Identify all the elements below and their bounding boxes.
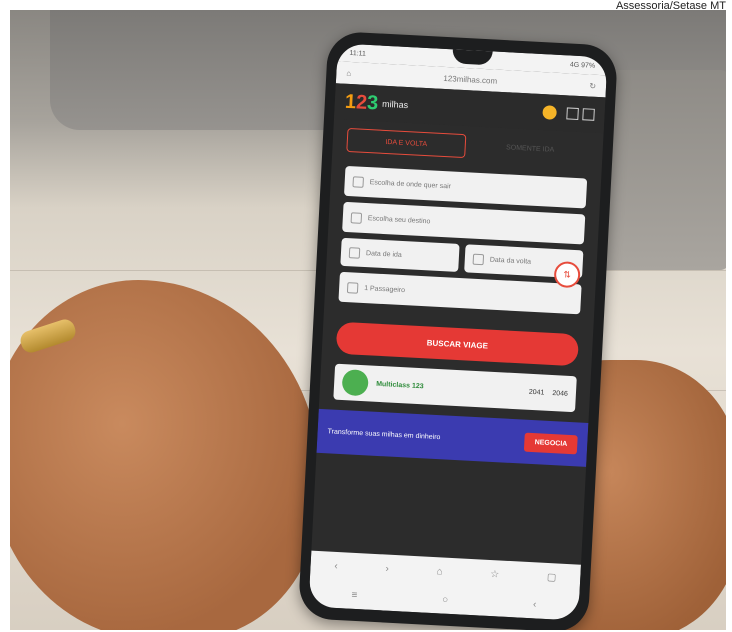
origin-field[interactable]: Escolha de onde quer sair [343,165,588,209]
smartphone: 11:11 4G 97% ⌂ 123milhas.com ↻ 123 milha… [297,30,619,630]
promo-card[interactable]: Multiclass 123 2041 2046 [333,363,577,413]
coin-icon[interactable] [542,105,557,120]
person-icon [346,281,359,294]
mascot-icon [341,369,369,397]
date-row: Data de ida Data da volta [340,237,584,279]
tabs-icon[interactable]: ▢ [547,571,557,582]
promo-value-2: 2046 [552,389,569,398]
site-logo[interactable]: 123 [344,90,378,115]
tab-round-trip[interactable]: IDA E VOLTA [346,127,467,159]
android-menu-icon[interactable]: ≡ [351,589,357,600]
bookmark-icon[interactable]: ☆ [490,569,500,580]
promo-value-1: 2041 [528,388,545,397]
calendar-icon [348,246,361,259]
android-back-icon[interactable]: ‹ [533,599,537,610]
android-home-icon[interactable]: ○ [442,594,449,605]
calendar-icon [472,253,485,265]
origin-placeholder: Escolha de onde quer sair [369,178,452,190]
browser-nav-bar: ‹ › ⌂ ☆ ▢ ≡ ○ ‹ [308,550,581,621]
banner-text: Transforme suas milhas em dinheiro [327,427,441,441]
return-date-label: Data da volta [489,256,532,266]
promo-name: Multiclass 123 [375,380,424,390]
logo-text: milhas [381,98,409,111]
plane-icon [352,175,365,188]
home-icon[interactable]: ⌂ [436,566,443,577]
reload-icon[interactable]: ↻ [589,81,596,90]
status-indicators: 4G 97% [569,60,596,70]
forward-icon[interactable]: › [385,563,389,574]
chat-icon[interactable] [566,107,579,121]
destination-field[interactable]: Escolha seu destino [342,201,586,245]
plane-icon [350,211,363,224]
back-icon[interactable]: ‹ [334,560,338,571]
tab-one-way[interactable]: SOMENTE IDA [471,134,589,162]
negotiate-button[interactable]: NEGOCIA [524,432,578,454]
photograph: 11:11 4G 97% ⌂ 123milhas.com ↻ 123 milha… [10,10,726,630]
search-trip-button[interactable]: BUSCAR VIAGE [335,321,580,367]
status-time: 11:11 [349,49,367,58]
destination-placeholder: Escolha seu destino [367,214,431,225]
departure-date-field[interactable]: Data de ida [340,237,460,272]
menu-icon[interactable] [582,108,595,121]
departure-date-label: Data de ida [365,249,402,259]
passengers-label: 1 Passageiro [363,284,406,294]
passengers-field[interactable]: 1 Passageiro [338,271,582,315]
sell-miles-banner: Transforme suas milhas em dinheiro NEGOC… [316,408,589,467]
phone-screen: 11:11 4G 97% ⌂ 123milhas.com ↻ 123 milha… [308,43,608,621]
